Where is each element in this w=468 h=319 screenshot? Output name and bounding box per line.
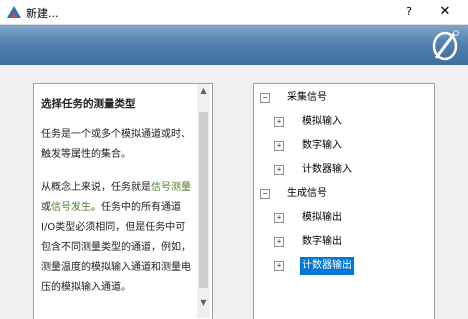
para2-text: 。任务中的所有通道 bbox=[91, 202, 181, 213]
tree-item-label[interactable]: 计数器输入 bbox=[300, 161, 354, 179]
tree-item-digital-output[interactable]: + 数字输出 bbox=[254, 233, 432, 251]
brand-logo-icon bbox=[432, 30, 459, 61]
tree-item-analog-input[interactable]: + 模拟输入 bbox=[254, 113, 432, 131]
expand-icon[interactable]: + bbox=[274, 213, 284, 223]
para2-text: 包含不同测量类型的通道，例如， bbox=[41, 242, 191, 253]
para2-text: 测量温度的模拟输入通道和测量电 bbox=[41, 262, 191, 273]
signal-generation-link[interactable]: 信号发生 bbox=[51, 202, 91, 213]
close-button[interactable]: ✕ bbox=[430, 3, 460, 21]
tree-group-label[interactable]: 生成信号 bbox=[285, 185, 329, 203]
tree-group-acquire[interactable]: − 采集信号 bbox=[254, 89, 432, 107]
para2-text: 从概念上来说，任务就是 bbox=[41, 182, 151, 193]
tree-item-digital-input[interactable]: + 数字输入 bbox=[254, 137, 432, 155]
tree-item-label[interactable]: 数字输出 bbox=[300, 233, 344, 251]
collapse-icon[interactable]: − bbox=[260, 93, 270, 103]
collapse-icon[interactable]: − bbox=[260, 189, 270, 199]
para2-text: 或 bbox=[41, 202, 51, 213]
tree-group-label[interactable]: 采集信号 bbox=[285, 89, 329, 107]
tree-item-label[interactable]: 模拟输入 bbox=[300, 113, 344, 131]
signal-measurement-link[interactable]: 信号测量 bbox=[151, 182, 191, 193]
description-paragraph-1: 任务是一个或多个模拟通道或时、触发等属性的集合。 bbox=[41, 129, 191, 160]
tree-item-label[interactable]: 模拟输出 bbox=[300, 209, 344, 227]
task-tree[interactable]: − 采集信号 + 模拟输入 + 数字输入 + 计数器输入 − 生成信号 + 模拟… bbox=[253, 83, 435, 319]
description-panel: 选择任务的测量类型 任务是一个或多个模拟通道或时、触发等属性的集合。 从概念上来… bbox=[33, 83, 213, 319]
description-text: 选择任务的测量类型 任务是一个或多个模拟通道或时、触发等属性的集合。 从概念上来… bbox=[41, 94, 199, 311]
expand-icon[interactable]: + bbox=[274, 165, 284, 175]
scroll-thumb[interactable] bbox=[199, 112, 208, 288]
expand-icon[interactable]: + bbox=[274, 117, 284, 127]
description-heading: 选择任务的测量类型 bbox=[41, 98, 136, 110]
tree-item-label[interactable]: 数字输入 bbox=[300, 137, 344, 155]
tree-group-generate[interactable]: − 生成信号 bbox=[254, 185, 432, 203]
para2-text: I/O类型必须相同，但是任务中可 bbox=[41, 222, 186, 233]
title-bar: 新建... ? ✕ bbox=[0, 0, 468, 25]
scroll-up-icon[interactable]: ▲ bbox=[197, 84, 210, 98]
scroll-down-icon[interactable]: ▼ bbox=[197, 296, 210, 310]
tree-item-counter-input[interactable]: + 计数器输入 bbox=[254, 161, 432, 179]
tree-item-counter-output[interactable]: + 计数器输出 bbox=[254, 257, 432, 275]
app-icon bbox=[7, 6, 21, 18]
window-title: 新建... bbox=[26, 7, 59, 20]
expand-icon[interactable]: + bbox=[274, 141, 284, 151]
expand-icon[interactable]: + bbox=[274, 237, 284, 247]
tree-item-label-selected[interactable]: 计数器输出 bbox=[300, 257, 354, 275]
help-button[interactable]: ? bbox=[398, 3, 420, 21]
wizard-header bbox=[0, 25, 468, 65]
description-scrollbar[interactable]: ▲ ▼ bbox=[197, 84, 210, 318]
expand-icon[interactable]: + bbox=[274, 261, 284, 271]
para2-text: 压的模拟输入通道。 bbox=[41, 282, 131, 293]
tree-item-analog-output[interactable]: + 模拟输出 bbox=[254, 209, 432, 227]
description-paragraph-2: 从概念上来说，任务就是信号测量 或信号发生。任务中的所有通道 I/O类型必须相同… bbox=[41, 178, 199, 298]
